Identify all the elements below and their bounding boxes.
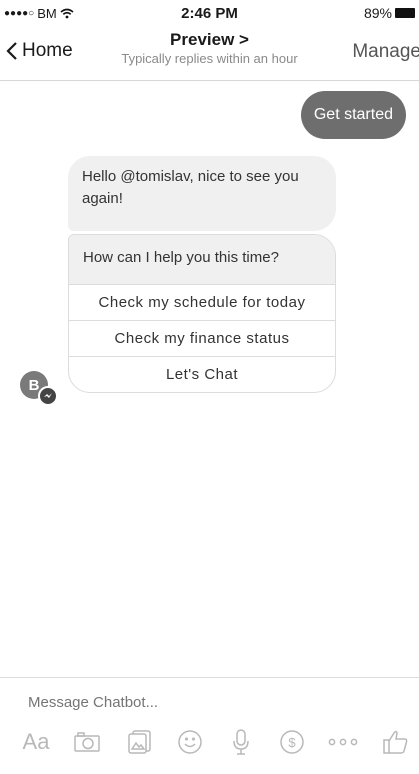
- bot-message-bubble: Hello @tomislav, nice to see you again!: [68, 156, 336, 231]
- sent-message-bubble: Get started: [300, 91, 406, 139]
- camera-icon: [74, 732, 100, 752]
- like-button[interactable]: [380, 725, 410, 759]
- gallery-button[interactable]: [125, 725, 155, 759]
- quick-reply-chat[interactable]: Let's Chat: [69, 356, 335, 392]
- microphone-button[interactable]: [227, 725, 255, 759]
- more-button[interactable]: [325, 725, 361, 759]
- quick-reply-schedule[interactable]: Check my schedule for today: [69, 284, 335, 320]
- payment-button[interactable]: $: [277, 725, 307, 759]
- emoji-button[interactable]: [175, 725, 205, 759]
- thumbs-up-icon: [383, 730, 408, 754]
- battery-percent: 89%: [363, 5, 392, 21]
- status-time: 2:46 PM: [181, 5, 238, 22]
- message-input[interactable]: [26, 693, 390, 712]
- quick-reply-card: How can I help you this time? Check my s…: [68, 234, 336, 393]
- composer-toolbar: Aa $: [0, 725, 419, 761]
- text-format-button[interactable]: Aa: [20, 725, 52, 759]
- title-text: Preview: [170, 30, 235, 49]
- battery-indicator: 89%: [364, 5, 415, 21]
- emoji-icon: [178, 730, 202, 754]
- payment-icon: $: [280, 730, 304, 754]
- more-icon: [328, 738, 358, 746]
- text-format-icon: Aa: [22, 729, 50, 754]
- microphone-icon: [233, 729, 249, 755]
- battery-icon: [395, 8, 415, 18]
- camera-button[interactable]: [72, 725, 102, 759]
- bot-prompt-text: How can I help you this time?: [69, 235, 335, 284]
- status-bar: ●●●●○ BM 2:46 PM 89%: [0, 0, 419, 24]
- manage-button[interactable]: Manage: [352, 41, 419, 63]
- chevron-right-icon: >: [239, 30, 249, 49]
- messenger-badge-icon: [38, 386, 58, 406]
- quick-reply-finance[interactable]: Check my finance status: [69, 320, 335, 356]
- navigation-bar: Home Preview > Typically replies within …: [0, 24, 419, 81]
- svg-text:$: $: [288, 735, 296, 750]
- gallery-icon: [128, 730, 151, 754]
- message-composer: Aa: [0, 677, 419, 774]
